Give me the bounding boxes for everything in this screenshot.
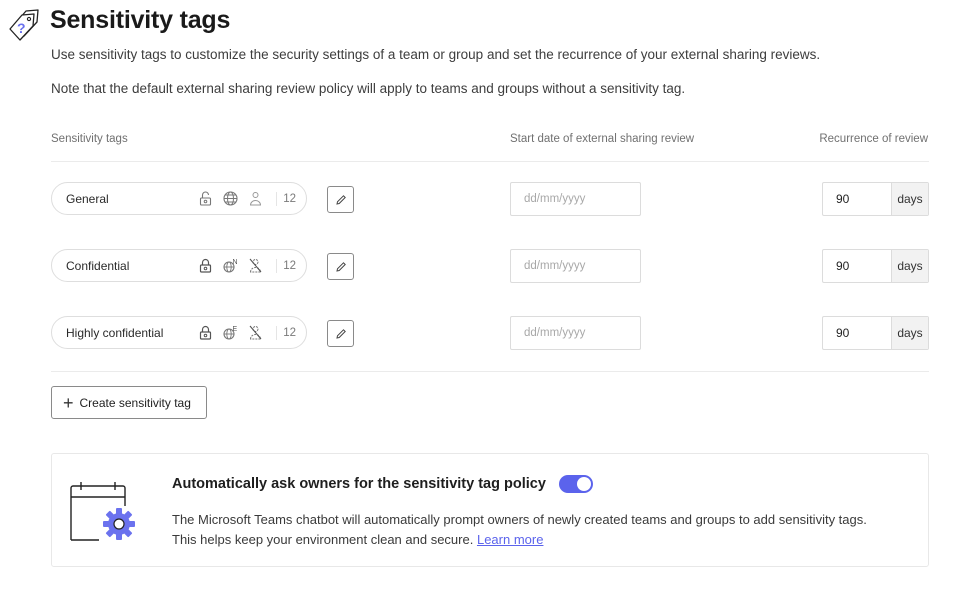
create-button-label: Create sensitivity tag bbox=[79, 395, 191, 410]
recurrence-value[interactable]: 90 bbox=[823, 317, 892, 349]
svg-text:N: N bbox=[233, 259, 238, 266]
pencil-icon bbox=[335, 261, 346, 272]
unlocked-icon bbox=[200, 191, 212, 206]
divider bbox=[51, 161, 929, 162]
recurrence-input[interactable]: 90 days bbox=[822, 249, 929, 283]
tag-count: 12 bbox=[283, 259, 296, 272]
svg-text:?: ? bbox=[17, 20, 26, 36]
tags-question-icon: ? bbox=[9, 9, 39, 41]
tag-count: 12 bbox=[283, 326, 296, 339]
page-note: Note that the default external sharing r… bbox=[51, 81, 686, 96]
policy-description-line1: The Microsoft Teams chatbot will automat… bbox=[172, 512, 867, 527]
recurrence-value[interactable]: 90 bbox=[823, 183, 892, 215]
create-sensitivity-tag-button[interactable]: + Create sensitivity tag bbox=[51, 386, 207, 419]
recurrence-input[interactable]: 90 days bbox=[822, 182, 929, 216]
divider bbox=[51, 371, 929, 372]
guest-user-icon bbox=[250, 192, 262, 206]
edit-tag-button[interactable] bbox=[327, 186, 354, 213]
tag-name: Confidential bbox=[66, 258, 130, 273]
edit-tag-button[interactable] bbox=[327, 320, 354, 347]
locked-icon bbox=[200, 325, 212, 340]
tag-name: General bbox=[66, 191, 109, 206]
tag-name: Highly confidential bbox=[66, 325, 164, 340]
start-date-input[interactable]: dd/mm/yyyy bbox=[510, 182, 641, 216]
locked-icon bbox=[200, 258, 212, 273]
policy-toggle[interactable] bbox=[559, 475, 593, 493]
svg-text:E: E bbox=[233, 326, 238, 333]
policy-card: Automatically ask owners for the sensiti… bbox=[51, 453, 929, 567]
column-header-recurrence: Recurrence of review bbox=[819, 133, 928, 145]
no-guest-icon bbox=[249, 258, 262, 273]
page-description: Use sensitivity tags to customize the se… bbox=[51, 47, 821, 62]
toggle-knob bbox=[577, 477, 591, 491]
recurrence-value[interactable]: 90 bbox=[823, 250, 892, 282]
separator bbox=[276, 258, 278, 273]
column-header-tags: Sensitivity tags bbox=[51, 133, 128, 145]
column-header-start-date: Start date of external sharing review bbox=[510, 133, 695, 145]
no-guest-icon bbox=[249, 325, 262, 340]
policy-description-line2: This helps keep your environment clean a… bbox=[172, 532, 474, 547]
tag-count: 12 bbox=[283, 192, 296, 205]
start-date-input[interactable]: dd/mm/yyyy bbox=[510, 316, 641, 350]
separator bbox=[276, 325, 278, 340]
recurrence-unit: days bbox=[892, 250, 928, 282]
tag-pill-general[interactable]: General 12 bbox=[51, 182, 307, 215]
recurrence-unit: days bbox=[892, 317, 928, 349]
tag-pill-confidential[interactable]: Confidential N 12 bbox=[51, 249, 307, 282]
recurrence-unit: days bbox=[892, 183, 928, 215]
policy-description: The Microsoft Teams chatbot will automat… bbox=[172, 510, 867, 550]
pencil-icon bbox=[335, 194, 346, 205]
separator bbox=[276, 191, 278, 206]
learn-more-link[interactable]: Learn more bbox=[477, 532, 543, 547]
globe-e-icon: E bbox=[223, 326, 238, 340]
calendar-gear-icon bbox=[70, 482, 135, 541]
start-date-input[interactable]: dd/mm/yyyy bbox=[510, 249, 641, 283]
tag-pill-highly-confidential[interactable]: Highly confidential E 12 bbox=[51, 316, 307, 349]
plus-icon: + bbox=[63, 392, 74, 413]
globe-icon bbox=[223, 191, 238, 206]
recurrence-input[interactable]: 90 days bbox=[822, 316, 929, 350]
page-title: Sensitivity tags bbox=[50, 6, 231, 34]
policy-title: Automatically ask owners for the sensiti… bbox=[172, 476, 546, 492]
edit-tag-button[interactable] bbox=[327, 253, 354, 280]
pencil-icon bbox=[335, 328, 346, 339]
globe-n-icon: N bbox=[223, 259, 238, 273]
